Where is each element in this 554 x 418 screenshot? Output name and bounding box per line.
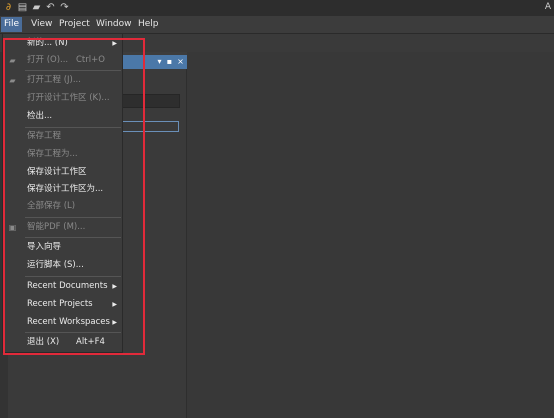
title-right-text: A: [544, 2, 551, 12]
open-folder-icon[interactable]: ▰: [31, 2, 42, 13]
app-logo-icon: ∂: [5, 2, 12, 13]
redo-icon[interactable]: ↷: [59, 2, 70, 13]
menu-help[interactable]: Help: [135, 17, 162, 32]
editor-area: [187, 52, 554, 418]
highlight-box: [3, 38, 145, 355]
panel-menu-icon[interactable]: ▾: [155, 55, 164, 69]
panel-pin-icon[interactable]: ▪: [165, 55, 174, 69]
undo-icon[interactable]: ↶: [45, 2, 56, 13]
panel-close-icon[interactable]: ×: [176, 55, 185, 69]
menu-view[interactable]: View: [28, 17, 55, 32]
title-bar: ∂ ▤ ▰ ↶ ↷ A: [0, 0, 554, 16]
menu-window[interactable]: Window: [93, 17, 135, 32]
menu-bar: File View Project Window Help: [0, 16, 554, 34]
menu-file[interactable]: File: [1, 17, 23, 32]
copy-icon[interactable]: ▤: [17, 2, 28, 13]
menu-project[interactable]: Project: [56, 17, 93, 32]
